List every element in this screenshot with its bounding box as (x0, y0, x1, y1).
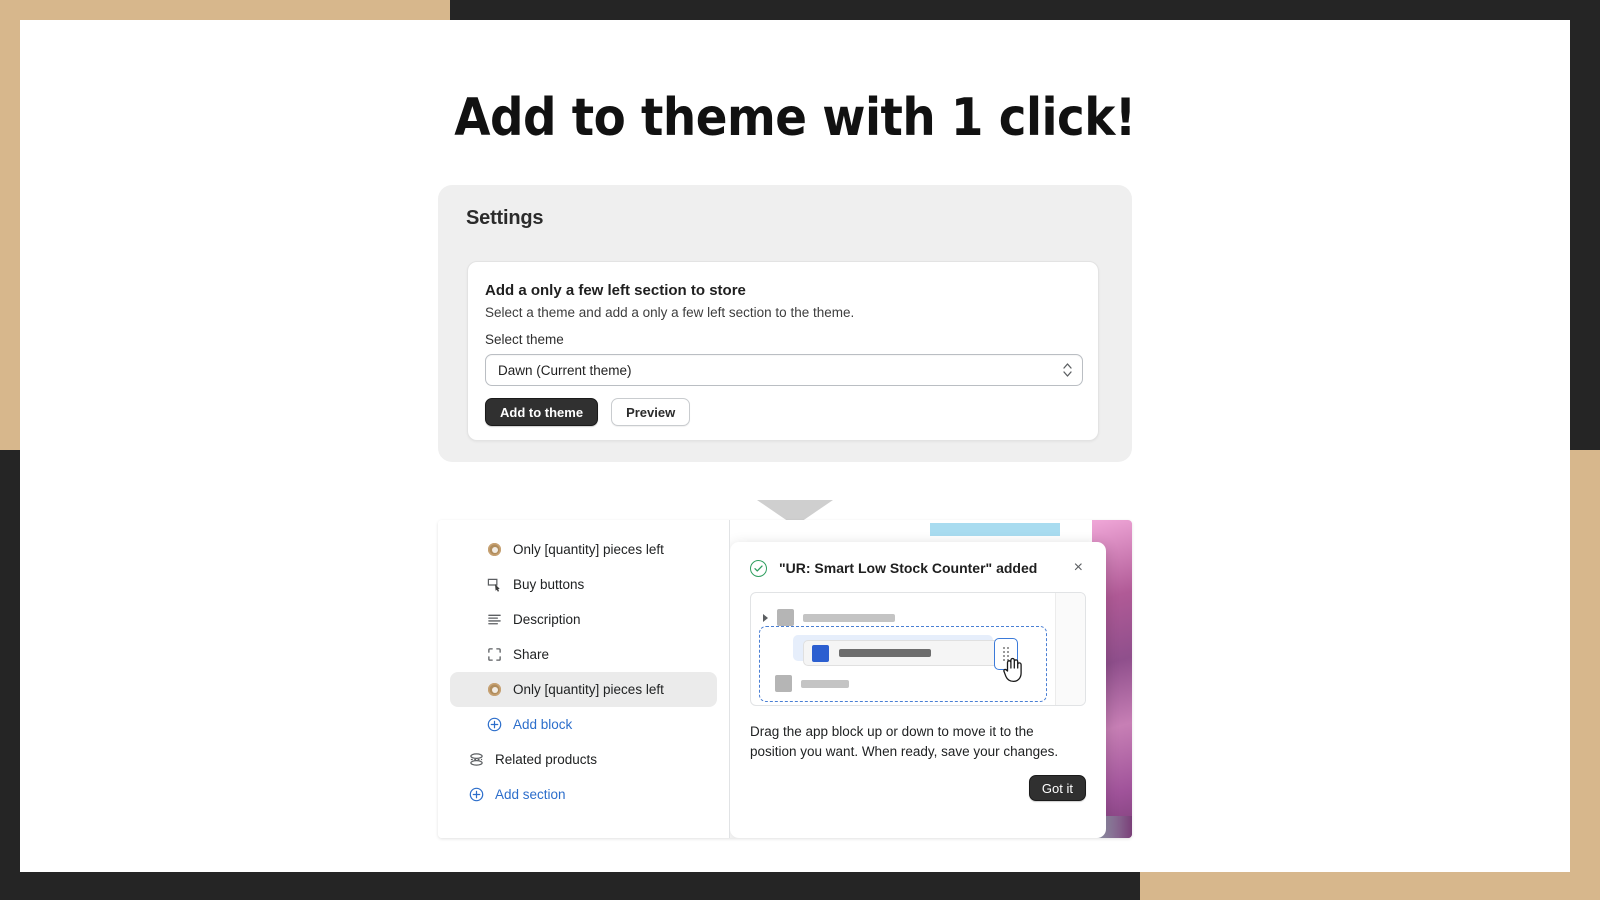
placeholder-bar (803, 613, 895, 622)
share-icon (486, 646, 503, 663)
tooltip-actions: Got it (750, 775, 1086, 802)
list-item[interactable]: Buy buttons (450, 567, 717, 602)
settings-card: Settings Add a only a few left section t… (438, 185, 1132, 462)
placeholder-square (777, 609, 794, 626)
list-item[interactable]: Share (450, 637, 717, 672)
illustration-side-panel (1055, 593, 1085, 705)
drag-illustration (750, 592, 1086, 706)
placeholder-square (775, 675, 792, 692)
description-icon (486, 611, 503, 628)
select-theme-label: Select theme (485, 332, 564, 347)
card-actions: Add to theme Preview (485, 398, 691, 426)
related-products-icon (468, 751, 485, 768)
caret-right-icon (763, 613, 768, 622)
editor-sidebar: Only [quantity] pieces left Buy buttons … (438, 520, 730, 838)
band-right-tan (1570, 450, 1600, 900)
app-added-tooltip: "UR: Smart Low Stock Counter" added × Dr… (730, 542, 1106, 838)
add-block-label: Add block (513, 717, 573, 732)
list-item[interactable]: Related products (450, 742, 717, 777)
list-item-label: Share (513, 647, 550, 662)
success-check-icon (750, 559, 767, 577)
list-item-label: Description (513, 612, 581, 627)
theme-select-value: Dawn (Current theme) (498, 362, 632, 378)
add-block-button[interactable]: Add block (450, 707, 717, 742)
list-item-label: Related products (495, 752, 598, 767)
list-item[interactable]: Description (450, 602, 717, 637)
band-left-dark (0, 450, 20, 900)
app-block-icon (486, 681, 503, 698)
settings-heading: Settings (466, 207, 544, 229)
got-it-button[interactable]: Got it (1028, 775, 1086, 802)
band-top-tan (0, 0, 450, 20)
close-icon[interactable]: × (1071, 558, 1086, 578)
editor-preview-area: "UR: Smart Low Stock Counter" added × Dr… (730, 520, 1132, 838)
plus-circle-icon (486, 716, 503, 733)
list-item-label: Only [quantity] pieces left (513, 682, 664, 697)
tooltip-header: "UR: Smart Low Stock Counter" added × (750, 558, 1086, 578)
buy-buttons-icon (486, 576, 503, 593)
app-block-swatch (812, 644, 829, 662)
band-top-dark (450, 0, 1600, 20)
add-section-label: Add section (495, 787, 566, 802)
theme-editor-screenshot: Only [quantity] pieces left Buy buttons … (438, 520, 1132, 838)
illustration-row-collapsed (763, 609, 895, 626)
plus-circle-icon (468, 786, 485, 803)
illustration-row-lower (775, 675, 849, 692)
list-item-selected[interactable]: Only [quantity] pieces left (450, 672, 717, 707)
hand-cursor-icon (1001, 655, 1025, 688)
list-item[interactable]: Only [quantity] pieces left (450, 532, 717, 567)
list-item-label: Buy buttons (513, 577, 585, 592)
list-item-label: Only [quantity] pieces left (513, 542, 664, 557)
add-to-theme-button[interactable]: Add to theme (485, 398, 599, 426)
band-bottom-dark (0, 872, 1140, 900)
page-title: Add to theme with 1 click! (454, 88, 1136, 148)
block-list: Only [quantity] pieces left Buy buttons … (438, 520, 729, 812)
band-right-dark (1570, 0, 1600, 450)
page-canvas: Add to theme with 1 click! Settings Add … (20, 20, 1570, 872)
dragged-app-block[interactable] (803, 638, 1018, 670)
band-left-tan (0, 0, 20, 450)
tooltip-body: Drag the app block up or down to move it… (750, 724, 1059, 759)
chevron-updown-icon (1063, 363, 1072, 377)
preview-button[interactable]: Preview (611, 398, 691, 426)
preview-blue-bar (930, 523, 1060, 536)
app-block-icon (486, 541, 503, 558)
placeholder-bar (801, 679, 849, 688)
tooltip-title: "UR: Smart Low Stock Counter" added (779, 560, 1038, 576)
band-bottom-tan (1140, 872, 1600, 900)
card-heading: Add a only a few left section to store (485, 282, 746, 299)
card-subtext: Select a theme and add a only a few left… (485, 305, 855, 320)
placeholder-bar (839, 649, 931, 657)
add-section-button[interactable]: Add section (450, 777, 717, 812)
theme-select[interactable]: Dawn (Current theme) (485, 354, 1083, 386)
add-section-card: Add a only a few left section to store S… (467, 261, 1099, 441)
